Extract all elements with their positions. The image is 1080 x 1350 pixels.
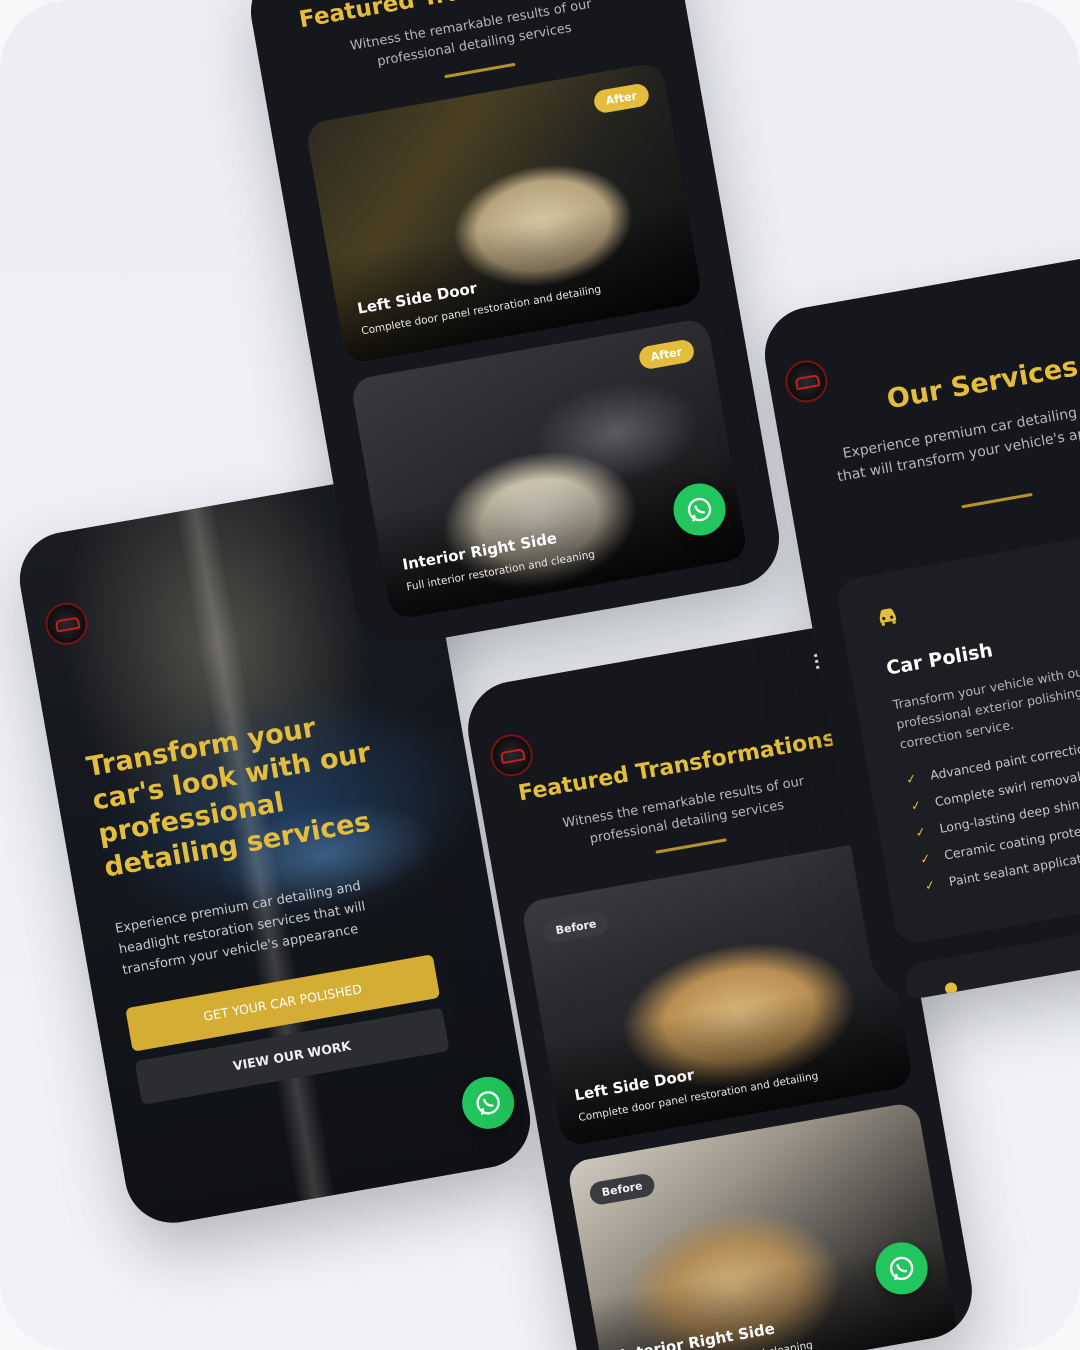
whatsapp-icon [889,1256,914,1281]
section-divider [961,492,1033,509]
section-divider [655,838,727,854]
check-icon: ✓ [923,876,937,894]
check-icon: ✓ [914,823,928,841]
after-badge: After [591,82,651,115]
car-icon [876,605,899,626]
mockup-canvas: Transform your car's look with our profe… [0,0,1080,1350]
card-overlay [373,449,749,621]
transformation-card[interactable]: After Interior Right Side Full interior … [349,317,749,621]
whatsapp-icon [687,497,712,522]
before-badge: Before [588,1172,657,1207]
whatsapp-icon [476,1091,500,1115]
section-divider [444,62,516,79]
after-badge: After [637,338,696,371]
before-badge: Before [541,910,611,945]
service-title: Car Polish [884,639,995,680]
transformation-card[interactable]: Before Interior Right Side Full interior… [566,1101,960,1350]
brand-logo[interactable] [487,730,536,780]
transformation-card[interactable]: After Left Side Door Complete door panel… [304,61,704,365]
check-icon: ✓ [909,797,923,814]
service-feature-list: ✓ Advanced paint correction ✓ Complete swi… [905,738,1080,905]
check-icon: ✓ [918,850,932,867]
transformation-card[interactable]: Before Left Side Door Complete door pane… [520,841,915,1148]
lightbulb-icon [942,980,962,1005]
check-icon: ✓ [904,770,918,788]
service-card-car-polish[interactable]: Car Polish Transform your vehicle with o… [834,515,1080,946]
